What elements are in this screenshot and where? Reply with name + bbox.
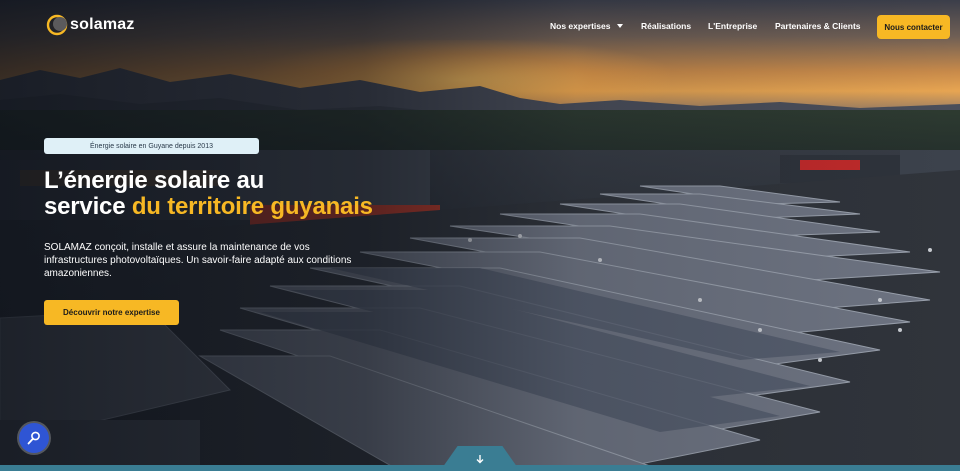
arrow-down-icon (476, 454, 484, 463)
nav-item-realisations[interactable]: Réalisations (641, 21, 691, 31)
nav-item-expertises[interactable]: Nos expertises (550, 21, 624, 31)
text-shade-overlay (0, 0, 960, 471)
hero-title-line1: L’énergie solaire au (44, 167, 265, 194)
brand-name: solamaz (70, 16, 135, 33)
nav-item-entreprise[interactable]: L'Entreprise (708, 21, 757, 31)
hero-badge: Énergie solaire en Guyane depuis 2013 (44, 138, 259, 154)
site-header: solamaz Nos expertises Réalisations L'En… (0, 0, 960, 54)
hero-background (0, 0, 960, 471)
accessibility-button[interactable] (19, 423, 49, 453)
hero-description: SOLAMAZ conçoit, installe et assure la m… (44, 242, 352, 279)
nav-item-label: Partenaires & Clients (775, 21, 861, 31)
hero-title-line2: service (44, 193, 132, 220)
nav-item-label: Réalisations (641, 21, 692, 31)
nav-item-label: L'Entreprise (708, 21, 758, 31)
chevron-down-icon (617, 24, 624, 28)
crescent-sun-icon (46, 14, 68, 36)
logo[interactable]: solamaz (46, 14, 135, 36)
contact-button[interactable]: Nous contacter (877, 15, 950, 39)
nav-item-partenaires[interactable]: Partenaires & Clients (775, 21, 861, 31)
hero-title-accent: du territoire guyanais (131, 193, 373, 220)
discover-expertise-button[interactable]: Découvrir notre expertise (44, 300, 179, 325)
hero-title: L’énergie solaire au service du territoi… (44, 168, 464, 220)
nav-item-label: Nos expertises (550, 21, 611, 31)
accessibility-icon (27, 431, 40, 445)
